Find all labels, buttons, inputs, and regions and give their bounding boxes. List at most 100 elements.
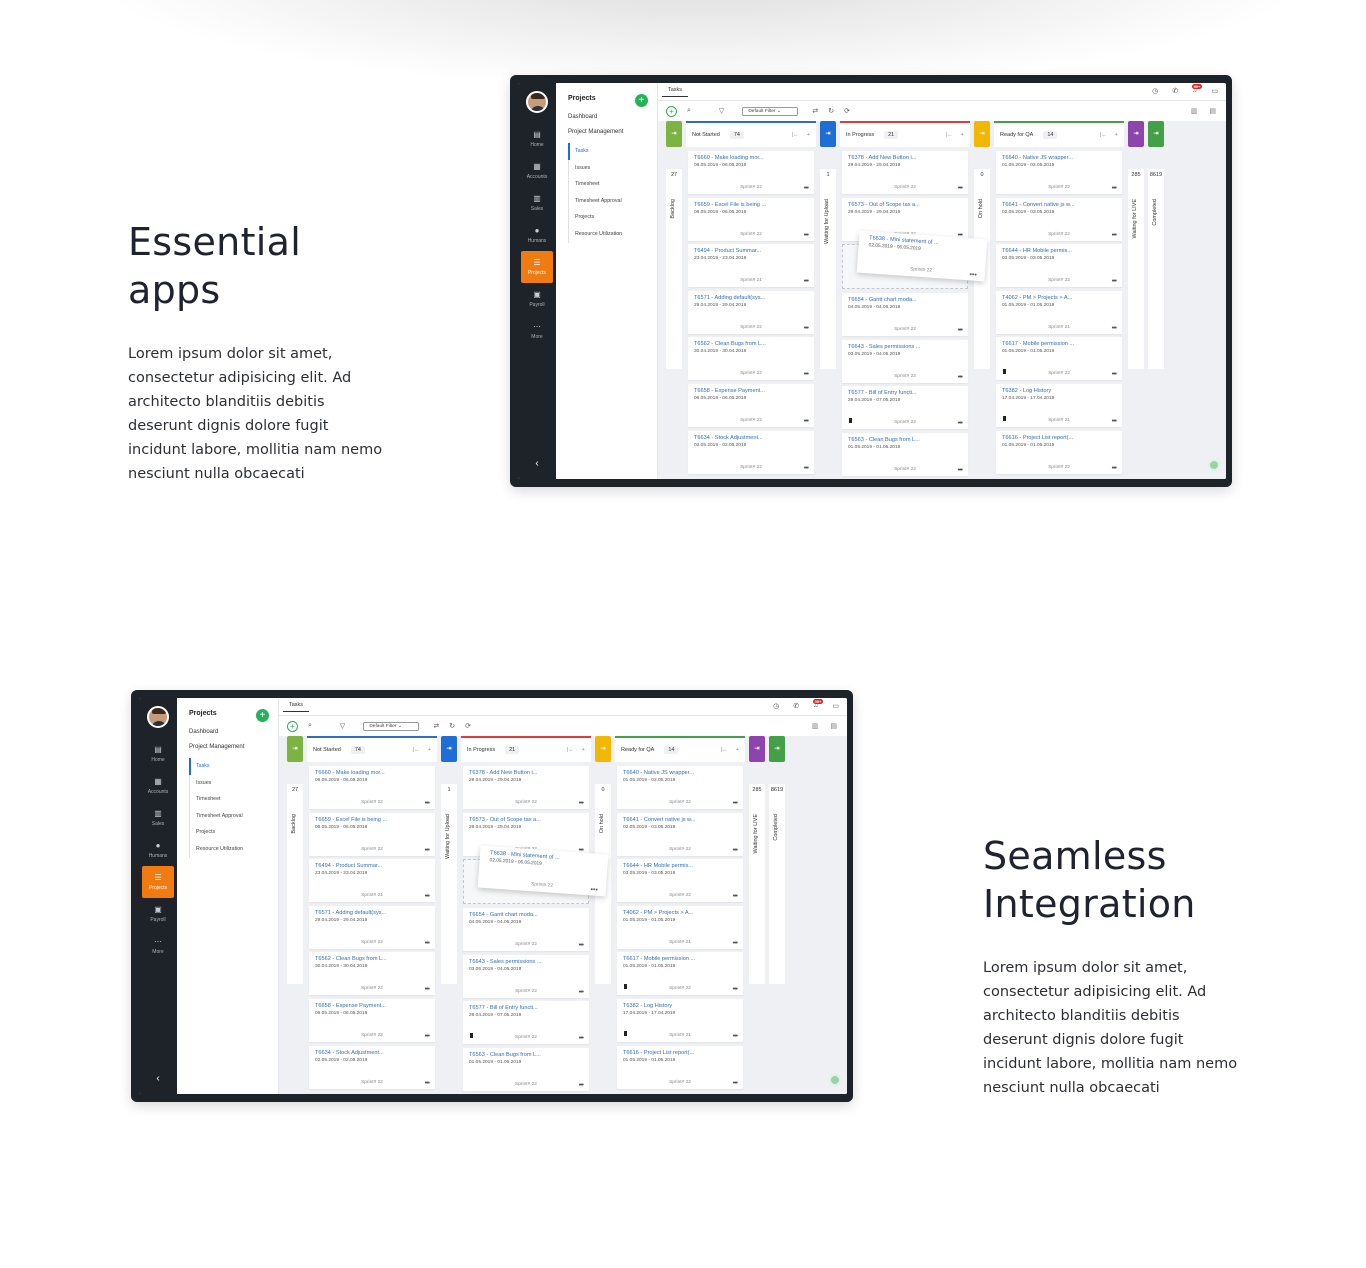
task-card[interactable]: T6616 - Project List report(... 01.05.201… <box>996 430 1122 474</box>
rail-item-sales[interactable]: ▥ Sales <box>518 187 556 219</box>
add-card-icon[interactable]: + <box>582 747 585 753</box>
search-icon[interactable]: ⌕ <box>687 107 691 115</box>
phone-icon[interactable]: ✆ <box>1172 87 1178 95</box>
task-card[interactable]: T6634 - Stock Adjustment... 02.05.2019 - … <box>688 430 814 474</box>
more-icon[interactable]: ••• <box>969 271 977 278</box>
nav-sub-issues[interactable]: Issues <box>575 160 657 177</box>
filter-select[interactable]: Default Filter ⌄ <box>742 106 799 116</box>
nav-link-dashboard[interactable]: Dashboard <box>189 729 278 735</box>
task-title[interactable]: T6573 - Out of Scope tax a... <box>848 202 962 208</box>
task-title[interactable]: T6659 - Excel File is being ... <box>315 817 429 823</box>
nav-link-project-management[interactable]: Project Management <box>189 744 278 750</box>
task-card[interactable]: T6660 - Make loading mor... 06.05.2019 - … <box>688 151 814 194</box>
collapsed-column[interactable]: ⇥ 27 Backlog <box>287 736 303 1094</box>
nav-sub-timesheet[interactable]: Timesheet <box>196 791 278 808</box>
expand-column-button[interactable]: ⇥ <box>666 121 682 147</box>
collapse-icon[interactable]: ‹ <box>139 1073 177 1084</box>
rail-item-home[interactable]: ▤ Home <box>139 738 177 770</box>
task-card[interactable]: T6494 - Product Summar... 23.04.2019 - 23… <box>309 859 435 903</box>
bell-icon[interactable]: ♫ 99+ <box>1191 84 1203 95</box>
collapsed-column[interactable]: ⇥ 8619 Completed <box>769 736 785 1094</box>
task-title[interactable]: T4062 - PM > Projects > A... <box>1002 295 1116 301</box>
expand-column-button[interactable]: ⇥ <box>820 121 836 147</box>
add-project-button[interactable]: + <box>635 94 648 107</box>
task-title[interactable]: T6573 - Out of Scope tax a... <box>469 817 583 823</box>
add-card-icon[interactable]: + <box>961 132 964 138</box>
nav-sub-resource-utilization[interactable]: Resource Utilization <box>196 841 278 858</box>
refresh-icon[interactable]: ↻ <box>449 722 455 730</box>
nav-sub-issues[interactable]: Issues <box>196 775 278 792</box>
more-icon[interactable]: ••• <box>1112 325 1117 332</box>
more-icon[interactable]: ••• <box>425 1080 430 1087</box>
avatar[interactable] <box>147 706 169 728</box>
task-card[interactable]: T6643 - Sales permissions ... 03.05.2019 … <box>842 339 968 383</box>
task-title[interactable]: T6494 - Product Summar... <box>694 248 808 254</box>
task-title[interactable]: T6616 - Project List report(... <box>1002 435 1116 441</box>
add-card-icon[interactable]: + <box>807 132 810 138</box>
task-title[interactable]: T6660 - Make loading mor... <box>694 155 808 161</box>
task-title[interactable]: T6382 - Log History <box>1002 388 1116 394</box>
nav-sub-timesheet[interactable]: Timesheet <box>575 176 657 193</box>
rail-item-sales[interactable]: ▥ Sales <box>139 802 177 834</box>
task-card[interactable]: T6643 - Sales permissions ... 03.05.2019 … <box>463 954 589 998</box>
task-title[interactable]: T6634 - Stock Adjustment... <box>315 1050 429 1056</box>
more-icon[interactable]: ••• <box>733 893 738 900</box>
expand-column-button[interactable]: ⇥ <box>1128 121 1144 147</box>
more-icon[interactable]: ••• <box>804 371 809 378</box>
task-card[interactable]: T6641 - Convert native js w... 02.05.2019… <box>996 197 1122 241</box>
more-icon[interactable]: ••• <box>804 325 809 332</box>
rail-item-humans[interactable]: ● Humans <box>139 834 177 866</box>
collapse-column-icon[interactable]: |← <box>721 747 728 753</box>
task-title[interactable]: T6382 - Log History <box>623 1003 737 1009</box>
task-card[interactable]: T6654 - Gantt chart moda... 04.05.2019 - … <box>463 908 589 952</box>
collapse-column-icon[interactable]: |← <box>413 747 420 753</box>
dragging-task-card[interactable]: T6638 - Mini statement of ... 02.05.2019 … <box>477 845 609 897</box>
task-card[interactable]: T4062 - PM > Projects > A... 01.05.2019 -… <box>617 905 743 949</box>
more-icon[interactable]: ••• <box>958 420 963 427</box>
rail-item-more[interactable]: ⋯ More <box>518 315 556 347</box>
task-title[interactable]: T6378 - Add New Button i... <box>469 770 583 776</box>
more-icon[interactable]: ••• <box>1112 418 1117 425</box>
more-icon[interactable]: ••• <box>733 800 738 807</box>
task-title[interactable]: T4062 - PM > Projects > A... <box>623 910 737 916</box>
more-icon[interactable]: ••• <box>1112 278 1117 285</box>
collapsed-column[interactable]: ⇥ 1 Waiting for Upload <box>441 736 457 1094</box>
expand-column-button[interactable]: ⇥ <box>769 736 785 762</box>
more-icon[interactable]: ••• <box>804 185 809 192</box>
task-card[interactable]: T6494 - Product Summar... 23.04.2019 - 23… <box>688 244 814 288</box>
chat-icon[interactable] <box>1208 459 1220 471</box>
nav-sub-resource-utilization[interactable]: Resource Utilization <box>575 226 657 243</box>
more-icon[interactable]: ••• <box>804 418 809 425</box>
expand-column-button[interactable]: ⇥ <box>441 736 457 762</box>
layout-icon[interactable]: ▤ <box>830 722 837 730</box>
sync-icon[interactable]: ⟳ <box>844 107 850 115</box>
task-card[interactable]: T6378 - Add New Button i... 29.04.2019 - … <box>842 151 968 194</box>
rail-item-accounts[interactable]: ▦ Accounts <box>518 155 556 187</box>
collapsed-column[interactable]: ⇥ 0 On hold <box>974 121 990 479</box>
task-title[interactable]: T6577 - Bill of Entry functi... <box>469 1005 583 1011</box>
task-title[interactable]: T6563 - Clean Bugs from L... <box>469 1052 583 1058</box>
task-title[interactable]: T6658 - Expense Payment... <box>694 388 808 394</box>
task-title[interactable]: T6640 - Native JS wrapper... <box>623 770 737 776</box>
chart-icon[interactable]: ▥ <box>812 722 819 730</box>
add-card-icon[interactable]: + <box>736 747 739 753</box>
task-card[interactable]: T6659 - Excel File is being ... 06.05.201… <box>688 197 814 241</box>
nav-sub-timesheet-approval[interactable]: Timesheet Approval <box>196 808 278 825</box>
task-card[interactable]: T6382 - Log History 17.04.2019 - 17.04.20… <box>617 998 743 1042</box>
nav-sub-timesheet-approval[interactable]: Timesheet Approval <box>575 193 657 210</box>
more-icon[interactable]: ••• <box>425 986 430 993</box>
more-icon[interactable]: ••• <box>425 893 430 900</box>
add-task-button[interactable]: + <box>287 720 298 732</box>
phone-icon[interactable]: ✆ <box>793 702 799 710</box>
task-title[interactable]: T6617 - Mobile permission ... <box>1002 341 1116 347</box>
more-icon[interactable]: ••• <box>425 940 430 947</box>
task-title[interactable]: T6640 - Native JS wrapper... <box>1002 155 1116 161</box>
more-icon[interactable]: ••• <box>425 1033 430 1040</box>
rail-item-humans[interactable]: ● Humans <box>518 219 556 251</box>
more-icon[interactable]: ••• <box>733 940 738 947</box>
chat-icon[interactable] <box>829 1074 841 1086</box>
collapse-column-icon[interactable]: |← <box>567 747 574 753</box>
collapsed-column[interactable]: ⇥ 285 Waiting for LIVE <box>749 736 765 1094</box>
collapse-column-icon[interactable]: |← <box>792 132 799 138</box>
task-title[interactable]: T6616 - Project List report(... <box>623 1050 737 1056</box>
